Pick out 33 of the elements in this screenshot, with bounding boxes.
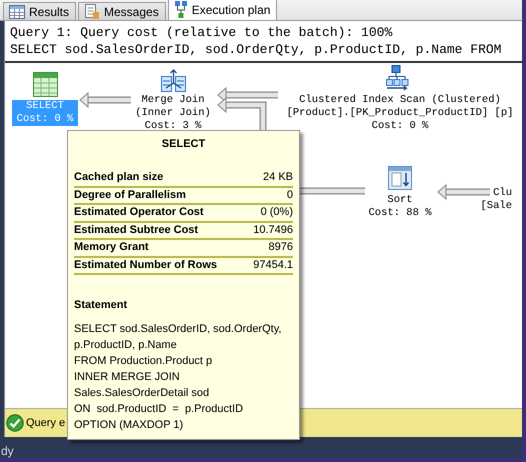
table-icon (33, 72, 58, 97)
tab[interactable]: Results (3, 2, 76, 20)
property-name: Estimated Operator Cost (74, 205, 204, 220)
plan-node-label[interactable]: Sort Cost: 88 % (350, 194, 450, 220)
query-statement-text: SELECT sod.SalesOrderID, sod.OrderQty, p.ProductID, p.Name FROM (10, 41, 502, 58)
property-name: Cached plan size (74, 170, 164, 185)
status-message: Query e (26, 417, 66, 429)
sort-icon (388, 166, 412, 190)
plan-node-label[interactable]: Clustered Index Scan (Clustered) [Product].[PK_Product_ProductID] [p] Cost: 0 % (275, 94, 522, 133)
tab[interactable]: Messages (78, 2, 166, 20)
plan-node-label[interactable]: Merge Join (Inner Join) Cost: 3 % (113, 94, 233, 133)
flow-arrow (437, 184, 490, 200)
plan-icon (174, 1, 188, 19)
property-name: Degree of Parallelism (74, 188, 186, 202)
footer-status-text: dy (1, 445, 14, 458)
property-name: Memory Grant (74, 240, 149, 255)
grid-icon (9, 4, 25, 18)
query-cost-text: Query 1: Query cost (relative to the batch): 100% (10, 24, 394, 41)
property-value: 97454.1 (253, 258, 293, 272)
flow-arrow (79, 92, 131, 108)
statement-heading: Statement (74, 298, 128, 313)
property-value: 0 (286, 188, 293, 202)
merge-join-icon (161, 68, 186, 93)
property-value: 10.7496 (253, 222, 293, 238)
property-name: Estimated Number of Rows (74, 258, 218, 272)
tab[interactable]: Execution plan (168, 0, 278, 20)
property-value: 24 KB (263, 170, 293, 185)
statement-text: SELECT sod.SalesOrderID, sod.OrderQty, p.ProductID, p.Name FROM Production.Product p INNER MERGE JOIN Sales.SalesOrderDetail sod ON sod.ProductID = p.ProductID OPTION (MAXDOP 1) (74, 322, 282, 433)
property-value: 0 (0%) (260, 205, 293, 220)
plan-node-label[interactable]: Clu [Sale (460, 187, 512, 213)
property-value: 8976 (268, 240, 293, 255)
property-name: Estimated Subtree Cost (74, 222, 198, 238)
tooltip-title: SELECT (160, 137, 206, 152)
